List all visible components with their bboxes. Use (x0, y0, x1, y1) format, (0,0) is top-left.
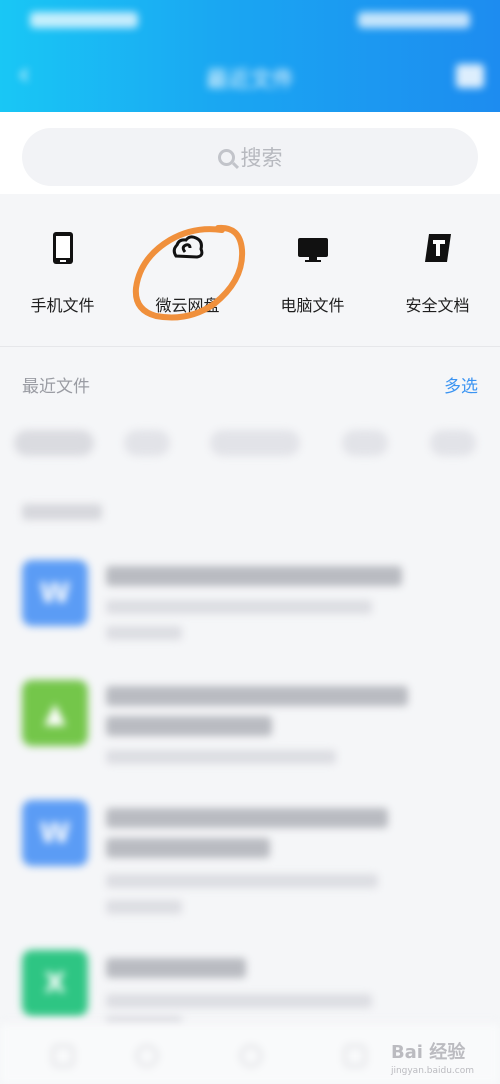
cloud-icon (172, 235, 203, 259)
file-icon: W (22, 560, 88, 626)
category-label: 微云网盘 (155, 296, 220, 315)
monitor-icon (297, 238, 328, 262)
search-section: 搜索 (0, 112, 500, 194)
file-icon: W (22, 800, 88, 866)
page-title: 最近文件 (205, 68, 294, 93)
list-item[interactable]: W (0, 560, 500, 650)
status-bar (30, 10, 470, 32)
category-label: 电脑文件 (280, 296, 345, 315)
category-row: 手机文件 微云网盘 电脑文件 安全文档 (0, 194, 500, 346)
filter-tab[interactable] (14, 430, 94, 456)
nav-icon[interactable] (136, 1045, 158, 1067)
word-file-icon: W (39, 576, 71, 609)
watermark: Bai 经验 jingyan.baidu.com (391, 1038, 474, 1076)
multi-select-button[interactable]: 多选 (444, 372, 478, 397)
nav-icon[interactable] (240, 1045, 262, 1067)
watermark-text: Bai 经验 (390, 1042, 466, 1063)
recent-files-label: 最近文件 (22, 377, 90, 397)
divider (0, 346, 500, 347)
category-label: 手机文件 (30, 296, 95, 315)
nav-icon[interactable] (52, 1045, 74, 1067)
file-icon: ▲ (22, 680, 88, 746)
category-phone-files[interactable]: 手机文件 (0, 230, 125, 316)
file-icon: X (22, 950, 88, 1016)
category-pc-files[interactable]: 电脑文件 (250, 230, 375, 316)
filter-tab[interactable] (342, 430, 388, 456)
word-file-icon: W (39, 816, 71, 849)
filter-tabs (0, 414, 500, 470)
list-item[interactable]: ▲ (0, 680, 500, 770)
category-weiyun-drive[interactable]: 微云网盘 (125, 230, 250, 316)
filter-tab[interactable] (210, 430, 300, 456)
category-secure-docs[interactable]: 安全文档 (375, 230, 500, 316)
app-header: ‹ 最近文件 (0, 0, 500, 112)
filter-tab[interactable] (124, 430, 170, 456)
search-input[interactable]: 搜索 (22, 128, 478, 186)
excel-file-icon: X (44, 966, 66, 999)
nav-icon[interactable] (344, 1045, 366, 1067)
list-item[interactable]: X (0, 950, 500, 1030)
transfer-icon[interactable] (456, 64, 484, 88)
watermark-url: jingyan.baidu.com (390, 1066, 474, 1076)
category-label: 安全文档 (405, 296, 470, 315)
phone-icon (52, 232, 73, 264)
apk-file-icon: ▲ (44, 696, 66, 729)
filter-tab[interactable] (430, 430, 476, 456)
section-header (22, 500, 112, 524)
secure-doc-icon (424, 234, 451, 262)
search-placeholder: 搜索 (240, 146, 283, 170)
search-icon (217, 148, 235, 166)
list-item[interactable]: W (0, 800, 500, 920)
